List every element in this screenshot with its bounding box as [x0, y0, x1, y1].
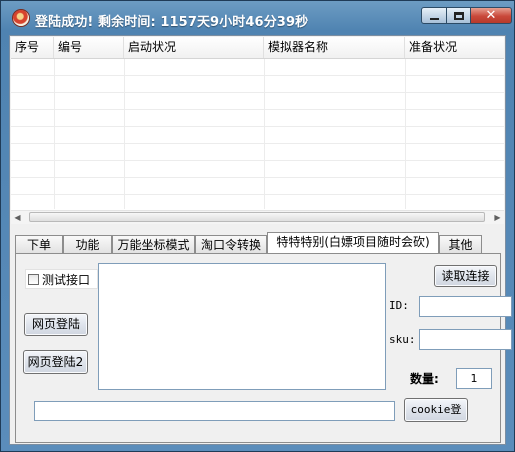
column-header-ready-status[interactable]: 准备状况 [405, 37, 504, 58]
app-window: 登陆成功! 剩余时间: 1157天9小时46分39秒 ✕ 序号 编号 启动状况 … [0, 0, 515, 452]
list-body[interactable] [11, 59, 504, 209]
grid-line [11, 126, 504, 127]
column-header-index[interactable]: 序号 [11, 37, 54, 58]
grid-column-line [264, 59, 265, 209]
minimize-icon [429, 17, 439, 20]
web-login-button[interactable]: 网页登陆 [24, 313, 88, 336]
window-title: 登陆成功! 剩余时间: 1157天9小时46分39秒 [35, 15, 309, 30]
tab-taokouling[interactable]: 淘口令转换 [195, 235, 267, 253]
grid-line [11, 75, 504, 76]
grid-line [11, 143, 504, 144]
quantity-input[interactable]: 1 [456, 368, 492, 389]
tab-other[interactable]: 其他 [439, 235, 482, 253]
horizontal-scrollbar[interactable]: ◀ ▶ [11, 210, 504, 224]
cookie-login-button[interactable]: cookie登 [404, 398, 468, 422]
minimize-button[interactable] [421, 7, 447, 24]
tab-functions[interactable]: 功能 [63, 235, 112, 253]
scrollbar-thumb[interactable] [29, 212, 485, 222]
grid-column-line [124, 59, 125, 209]
cookie-input[interactable] [34, 401, 395, 421]
id-label: ID: [389, 299, 409, 312]
grid-column-line [54, 59, 55, 209]
client-area: 序号 编号 启动状况 模拟器名称 准备状况 ◀ ▶ 下单 功能 万能坐标模式 淘… [9, 35, 512, 445]
title-bar[interactable]: 登陆成功! 剩余时间: 1157天9小时46分39秒 ✕ [1, 1, 514, 35]
test-interface-label: 测试接口 [42, 272, 91, 287]
column-header-emulator-name[interactable]: 模拟器名称 [264, 37, 405, 58]
grid-line [11, 194, 504, 195]
scroll-right-arrow-icon[interactable]: ▶ [491, 211, 504, 224]
list-header: 序号 编号 启动状况 模拟器名称 准备状况 [11, 37, 504, 59]
close-button[interactable]: ✕ [470, 7, 512, 24]
grid-line [11, 109, 504, 110]
column-header-launch-status[interactable]: 启动状况 [124, 37, 264, 58]
grid-line [11, 177, 504, 178]
column-header-code[interactable]: 编号 [54, 37, 124, 58]
grid-line [11, 160, 504, 161]
app-logo-icon [13, 10, 29, 26]
maximize-button[interactable] [446, 7, 471, 24]
sku-label: sku: [389, 333, 416, 346]
emulator-list[interactable]: 序号 编号 启动状况 模拟器名称 准备状况 ◀ ▶ [11, 37, 504, 224]
test-interface-checkbox[interactable]: 测试接口 [25, 269, 98, 289]
tab-order[interactable]: 下单 [15, 235, 63, 253]
maximize-icon [453, 11, 464, 20]
tab-universal-coords[interactable]: 万能坐标模式 [112, 235, 195, 253]
close-icon: ✕ [485, 8, 497, 23]
sku-input[interactable] [419, 329, 512, 350]
grid-line [11, 92, 504, 93]
scroll-left-arrow-icon[interactable]: ◀ [11, 211, 24, 224]
grid-column-line [405, 59, 406, 209]
id-input[interactable] [419, 296, 512, 317]
web-login-2-button[interactable]: 网页登陆2 [23, 350, 88, 374]
tab-strip: 下单 功能 万能坐标模式 淘口令转换 特特特别(白嫖项目随时会砍) 其他 [15, 232, 505, 254]
checkbox-box[interactable] [28, 273, 39, 285]
output-textarea[interactable] [98, 263, 386, 390]
read-connection-button[interactable]: 读取连接 [434, 265, 497, 287]
quantity-label: 数量: [410, 372, 439, 386]
tab-special[interactable]: 特特特别(白嫖项目随时会砍) [267, 232, 439, 253]
